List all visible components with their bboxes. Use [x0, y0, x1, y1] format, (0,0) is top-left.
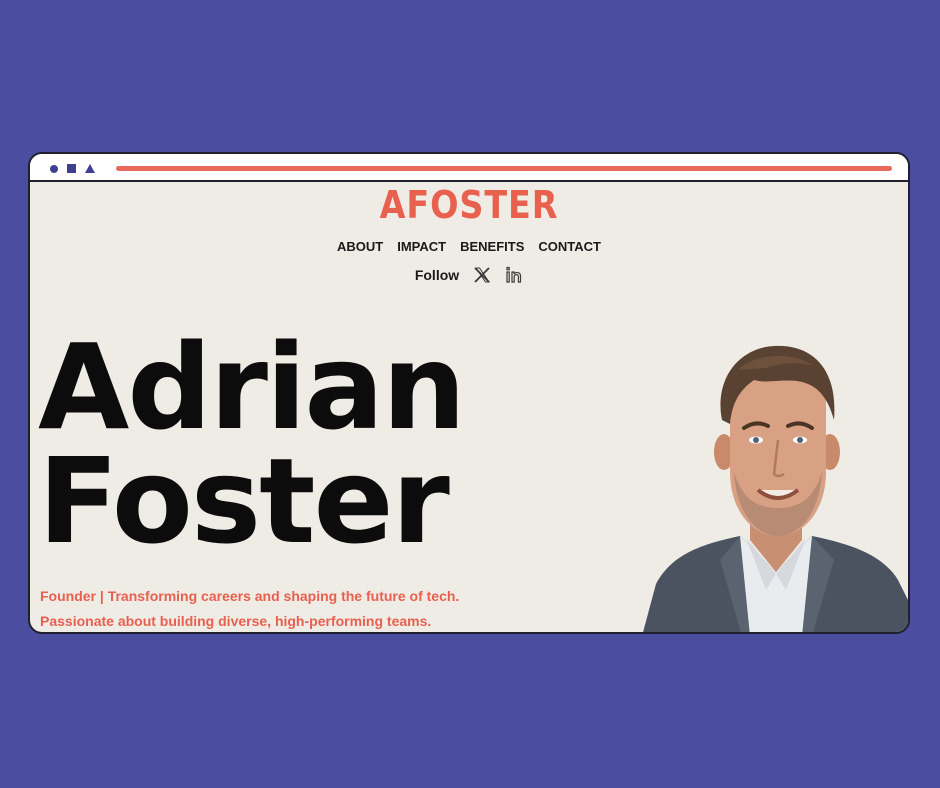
tagline-line-1: Founder | Transforming careers and shapi… [40, 588, 460, 604]
hero-last-name: Foster [38, 432, 450, 570]
site-logo[interactable]: AFOSTER [83, 186, 856, 224]
linkedin-icon[interactable] [505, 266, 523, 284]
nav-impact[interactable]: IMPACT [397, 239, 446, 254]
nav-about[interactable]: ABOUT [337, 239, 383, 254]
title-bar [30, 154, 908, 182]
tagline-line-2: Passionate about building diverse, high-… [40, 613, 432, 629]
main-nav: ABOUT IMPACT BENEFITS CONTACT [30, 239, 908, 254]
nav-benefits[interactable]: BENEFITS [460, 239, 524, 254]
circle-icon [50, 165, 58, 173]
address-bar [116, 166, 892, 171]
hero-name: Adrian Foster [38, 318, 598, 570]
browser-window: AFOSTER ABOUT IMPACT BENEFITS CONTACT Fo… [28, 152, 910, 634]
square-icon [67, 164, 76, 173]
follow-row: Follow [30, 266, 908, 284]
x-icon[interactable] [473, 266, 491, 284]
hero-first-name: Adrian [38, 318, 466, 456]
portrait-photo [643, 345, 908, 632]
follow-label: Follow [414, 267, 460, 283]
triangle-icon [85, 164, 95, 173]
nav-contact[interactable]: CONTACT [538, 239, 601, 254]
